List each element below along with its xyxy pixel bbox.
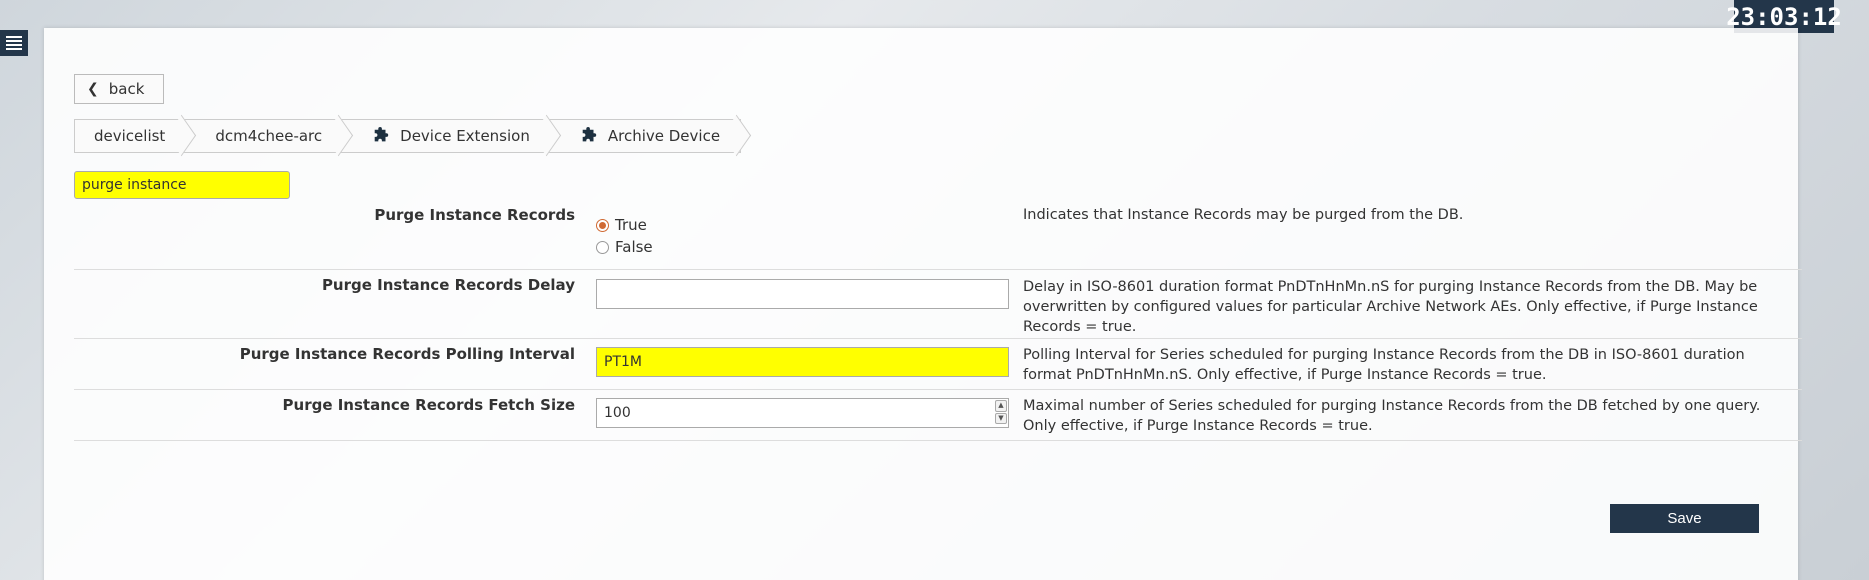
form-row-purge-instance-records: Purge Instance Records True False Indica… xyxy=(74,200,1802,270)
form-rows: Purge Instance Records True False Indica… xyxy=(74,200,1802,441)
polling-interval-input[interactable] xyxy=(596,347,1009,377)
puzzle-icon xyxy=(372,127,390,145)
fetch-size-stepper: ▲ ▼ xyxy=(596,398,1009,428)
field-description: Indicates that Instance Records may be p… xyxy=(1023,207,1464,223)
purge-delay-input[interactable] xyxy=(596,279,1009,309)
breadcrumb-device[interactable]: dcm4chee-arc xyxy=(185,120,342,152)
radio-true[interactable]: True xyxy=(596,214,653,236)
field-label: Purge Instance Records Fetch Size xyxy=(282,396,575,414)
chevron-left-icon: ❮ xyxy=(87,81,99,97)
radio-group: True False xyxy=(596,214,653,258)
field-description: Maximal number of Series scheduled for p… xyxy=(1023,398,1761,434)
breadcrumb-archive-device[interactable]: Archive Device xyxy=(550,120,740,152)
breadcrumb-devicelist[interactable]: devicelist xyxy=(75,120,185,152)
fetch-size-input[interactable] xyxy=(596,398,1009,428)
chevron-up-icon[interactable]: ▲ xyxy=(995,400,1007,412)
field-label: Purge Instance Records xyxy=(374,206,575,224)
menu-button[interactable] xyxy=(0,30,28,56)
back-button[interactable]: ❮ back xyxy=(74,74,164,104)
breadcrumb-device-extension[interactable]: Device Extension xyxy=(342,120,550,152)
field-description: Polling Interval for Series scheduled fo… xyxy=(1023,347,1745,383)
field-label: Purge Instance Records Polling Interval xyxy=(239,345,575,363)
puzzle-icon xyxy=(580,127,598,145)
radio-false[interactable]: False xyxy=(596,236,653,258)
breadcrumb: devicelist dcm4chee-arc Device Extension… xyxy=(74,119,742,153)
stepper-buttons: ▲ ▼ xyxy=(995,400,1007,424)
form-row-fetch-size: Purge Instance Records Fetch Size ▲ ▼ Ma… xyxy=(74,390,1802,441)
field-label: Purge Instance Records Delay xyxy=(321,276,575,294)
device-config-panel: ❮ back devicelist dcm4chee-arc Device Ex… xyxy=(44,28,1802,580)
back-label: back xyxy=(108,80,145,98)
filter-input[interactable] xyxy=(74,171,290,199)
save-button[interactable]: Save xyxy=(1610,504,1759,533)
form-row-purge-delay: Purge Instance Records Delay Delay in IS… xyxy=(74,270,1802,339)
chevron-down-icon[interactable]: ▼ xyxy=(995,412,1007,424)
form-row-polling-interval: Purge Instance Records Polling Interval … xyxy=(74,339,1802,390)
hamburger-icon xyxy=(6,36,22,38)
field-description: Delay in ISO-8601 duration format PnDTnH… xyxy=(1023,279,1758,335)
